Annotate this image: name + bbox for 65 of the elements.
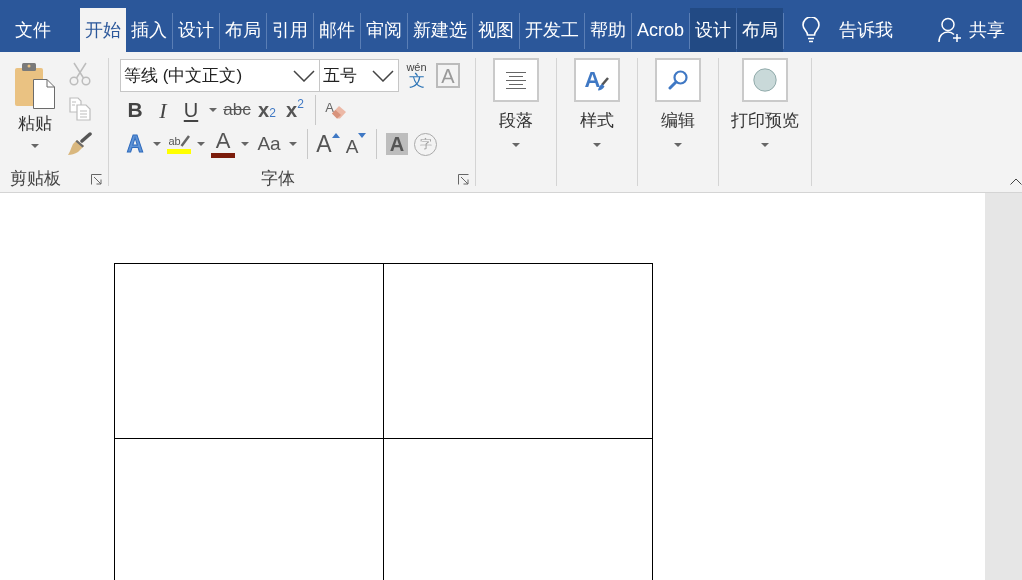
change-case-button[interactable]: Aa (253, 130, 285, 158)
font-size-field[interactable]: 五号 (320, 59, 399, 92)
ribbon-tab[interactable]: 插入 (126, 8, 172, 52)
paragraph-group-button[interactable]: 段落 (493, 58, 539, 147)
italic-button[interactable]: I (149, 96, 177, 124)
strikethrough-button[interactable]: abc (221, 96, 253, 124)
ribbon-tab[interactable]: 设计 (173, 8, 219, 52)
pen-icon (179, 134, 190, 147)
search-icon (668, 70, 688, 90)
ribbon-tab[interactable]: 审阅 (361, 8, 407, 52)
lightbulb-icon (802, 17, 821, 43)
chevron-down-icon[interactable] (372, 69, 394, 82)
group-label: 剪贴板 (9, 168, 61, 191)
ribbon-tab[interactable]: 开发工 (520, 8, 584, 52)
chevron-up-icon[interactable] (1010, 178, 1022, 185)
caret-icon[interactable] (674, 143, 682, 147)
font-color-button[interactable]: A (209, 130, 237, 158)
superscript-button[interactable]: x$^{2}$ (281, 96, 309, 124)
bold-button[interactable]: B (121, 96, 149, 124)
paste-button[interactable]: 粘贴 (10, 58, 60, 148)
ribbon-tab[interactable]: 设计 (690, 8, 737, 52)
person-add-icon (938, 17, 962, 43)
caret-icon[interactable] (241, 142, 249, 146)
ribbon-tab[interactable]: 帮助 (585, 8, 631, 52)
ribbon-tab[interactable]: 布局 (220, 8, 266, 52)
ribbon-tab[interactable]: 文件 (0, 8, 66, 52)
paintbrush-icon[interactable] (67, 132, 93, 156)
caret-icon[interactable] (153, 142, 161, 146)
underline-button[interactable]: U (177, 96, 205, 124)
ribbon-tab[interactable]: 新建选 (408, 8, 472, 52)
share-button[interactable]: 共享 (938, 8, 1005, 52)
chevron-down-icon[interactable] (293, 69, 315, 82)
phonetic-guide-button[interactable]: wén 文 (405, 60, 428, 91)
shrink-font-button[interactable]: A (342, 130, 370, 158)
editing-group-button[interactable]: 编辑 (655, 58, 701, 147)
align-center-icon (506, 71, 526, 89)
tell-me-button[interactable]: 告诉我 (802, 8, 894, 52)
triangle-up-icon (331, 133, 340, 138)
group-label: 字体 (261, 168, 295, 191)
vertical-scrollbar[interactable] (985, 193, 1022, 580)
ribbon-tab[interactable]: Acrob (632, 8, 690, 52)
character-shading-button[interactable]: A (386, 133, 408, 155)
ribbon-tab[interactable]: 引用 (267, 8, 313, 52)
grow-font-button[interactable]: A (314, 130, 342, 158)
ribbon-tab[interactable]: 邮件 (314, 8, 360, 52)
dialog-launcher-icon[interactable] (458, 173, 469, 185)
highlight-button[interactable]: ab (165, 130, 193, 158)
font-name-field[interactable]: 等线 (中文正文) (120, 59, 320, 92)
ribbon-tab[interactable]: 视图 (473, 8, 519, 52)
triangle-down-icon (358, 133, 367, 138)
caret-icon[interactable] (512, 143, 520, 147)
ribbon-tab[interactable]: 开始 (80, 8, 126, 52)
circle-icon (753, 68, 777, 92)
caret-icon[interactable] (31, 144, 39, 148)
caret-icon[interactable] (289, 142, 297, 146)
caret-icon[interactable] (209, 108, 217, 112)
ribbon-tab[interactable]: 布局 (737, 8, 784, 52)
clipboard-icon (14, 63, 56, 109)
caret-icon[interactable] (593, 143, 601, 147)
caret-icon[interactable] (197, 142, 205, 146)
clear-formatting-button[interactable]: A (322, 96, 350, 124)
dialog-launcher-icon[interactable] (91, 173, 102, 185)
print-preview-group-button[interactable]: 打印预览 (731, 58, 799, 147)
caret-icon[interactable] (761, 143, 769, 147)
styles-group-button[interactable]: A 样式 (574, 58, 620, 147)
